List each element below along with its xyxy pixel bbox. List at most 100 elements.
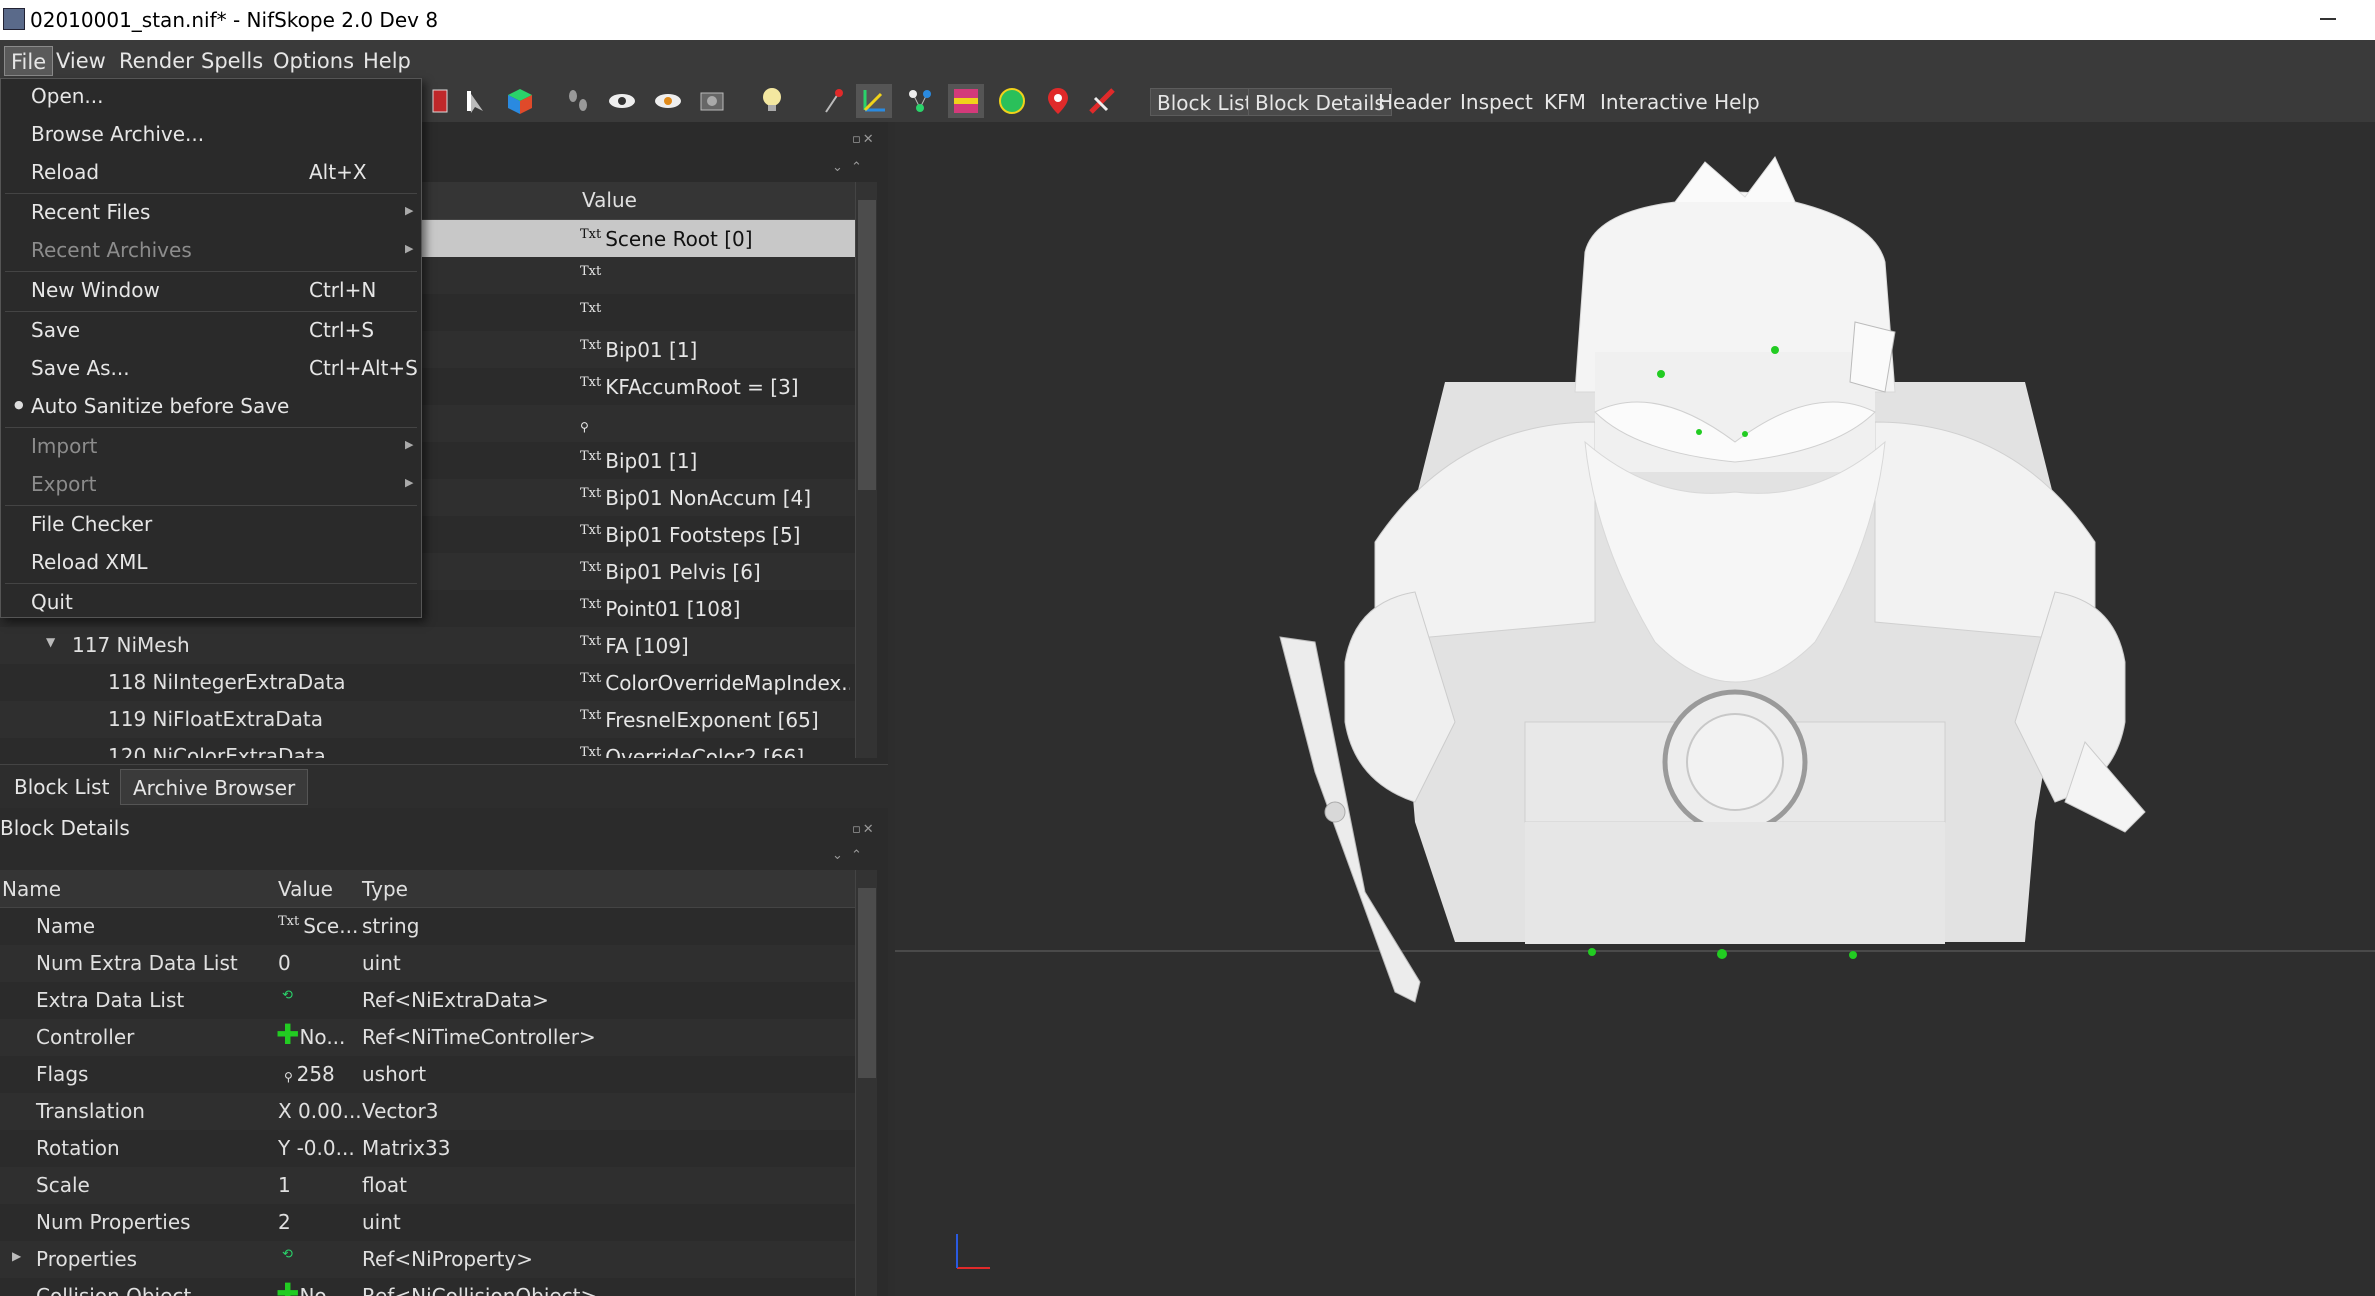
row-type: Ref<NiExtraData>: [362, 988, 549, 1012]
tab-archive-browser[interactable]: Archive Browser: [120, 769, 309, 805]
collapse-expand-icon[interactable]: ⌄ ⌃: [832, 848, 864, 863]
toolbar-block-details[interactable]: Block Details: [1248, 88, 1392, 116]
gradient-icon[interactable]: [948, 84, 984, 118]
menu-item-recent-archives: Recent Archives ▶: [1, 233, 421, 267]
dock-float-close-icon[interactable]: ▫✕: [852, 822, 876, 837]
tree-row[interactable]: 118 NiIntegerExtraData Txt ColorOverrideM…: [0, 664, 855, 701]
menu-item-quit[interactable]: Quit: [1, 585, 421, 619]
menu-separator: [5, 271, 417, 272]
no-edit-icon[interactable]: [1084, 84, 1120, 118]
row-type: Vector3: [362, 1099, 439, 1123]
location-pin-icon[interactable]: [1040, 84, 1076, 118]
flags-icon: ⚲: [284, 1070, 297, 1084]
row-type: Ref<NiProperty>: [362, 1247, 534, 1271]
toolbar-inspect[interactable]: Inspect: [1454, 88, 1539, 116]
row-value: 258: [296, 1062, 335, 1086]
tab-block-list[interactable]: Block List: [2, 769, 121, 805]
expand-caret-icon[interactable]: ▶: [12, 1249, 21, 1263]
menu-item-reload[interactable]: Reload Alt+X: [1, 155, 421, 189]
menu-file[interactable]: File: [4, 46, 54, 76]
render-viewport[interactable]: [895, 122, 2375, 1296]
txt-icon: Txt: [580, 449, 602, 464]
table-row[interactable]: Collision Object ✚No... Ref<NiCollisionO…: [0, 1278, 855, 1296]
table-row[interactable]: Rotation Y -0.0... Matrix33: [0, 1130, 855, 1167]
txt-icon: Txt: [580, 560, 602, 575]
tree-row[interactable]: 119 NiFloatExtraData Txt FresnelExponent …: [0, 701, 855, 738]
eye-orange-icon[interactable]: [650, 84, 686, 118]
menu-options[interactable]: Options: [267, 46, 360, 76]
minimize-button[interactable]: [2320, 18, 2336, 20]
menu-item-browse-archive[interactable]: Browse Archive...: [1, 117, 421, 151]
submenu-arrow-icon: ▶: [405, 204, 414, 217]
table-row[interactable]: Num Properties 2 uint: [0, 1204, 855, 1241]
toolbar-interactive-help[interactable]: Interactive Help: [1594, 88, 1766, 116]
toolbar-block-list[interactable]: Block List: [1150, 88, 1260, 116]
row-value: ColorOverrideMapIndex...: [605, 671, 850, 695]
menu-item-label: Import: [31, 434, 98, 458]
pin-red-icon[interactable]: [816, 84, 852, 118]
green-plus-icon[interactable]: ✚: [276, 1278, 299, 1296]
row-name: Controller: [36, 1025, 135, 1049]
tree-row[interactable]: ▼ 117 NiMesh Txt FA [109]: [0, 627, 855, 664]
table-row[interactable]: Flags ⚲ 258 ushort: [0, 1056, 855, 1093]
row-name: Name: [36, 914, 96, 938]
lightbulb-icon[interactable]: [755, 84, 791, 118]
block-details-scrollbar[interactable]: [855, 870, 877, 1296]
type-column-header[interactable]: Type: [362, 877, 408, 901]
collapse-expand-icon[interactable]: ⌄ ⌃: [832, 160, 864, 175]
txt-icon: Txt: [580, 745, 602, 758]
menu-item-save[interactable]: Save Ctrl+S: [1, 313, 421, 347]
footsteps-icon[interactable]: [560, 84, 596, 118]
menu-help[interactable]: Help: [357, 46, 417, 76]
menu-item-open[interactable]: Open...: [1, 79, 421, 113]
row-value: FA [109]: [605, 634, 689, 658]
table-row[interactable]: Extra Data List ⟲ Ref<NiExtraData>: [0, 982, 855, 1019]
table-row[interactable]: Num Extra Data List 0 uint: [0, 945, 855, 982]
row-value: Y -0.0...: [278, 1136, 355, 1160]
txt-icon: Txt: [580, 597, 602, 612]
menu-spells[interactable]: Spells: [195, 46, 269, 76]
block-list-scrollbar[interactable]: [855, 182, 877, 758]
toolbar-header[interactable]: Header: [1372, 88, 1457, 116]
menu-item-new-window[interactable]: New Window Ctrl+N: [1, 273, 421, 307]
dock-float-close-icon[interactable]: ▫✕: [852, 132, 876, 147]
table-row[interactable]: Scale 1 float: [0, 1167, 855, 1204]
expand-caret-icon[interactable]: ▼: [46, 635, 55, 649]
eye-icon[interactable]: [604, 84, 640, 118]
tree-row[interactable]: 120 NiColorExtraData Txt OverrideColor2 […: [0, 738, 855, 758]
scrollbar-thumb[interactable]: [858, 200, 876, 490]
txt-icon: Txt: [580, 375, 602, 390]
menu-item-auto-sanitize[interactable]: ● Auto Sanitize before Save: [1, 389, 421, 423]
menu-separator: [5, 193, 417, 194]
nodes-icon[interactable]: [902, 84, 938, 118]
menu-item-save-as[interactable]: Save As... Ctrl+Alt+S: [1, 351, 421, 385]
window-title: 02010001_stan.nif* - NifSkope 2.0 Dev 8: [30, 8, 439, 32]
row-value: No...: [299, 1025, 346, 1049]
table-row[interactable]: Translation X 0.00... Vector3: [0, 1093, 855, 1130]
camera-icon[interactable]: [694, 84, 730, 118]
cube-red-icon[interactable]: [420, 84, 456, 118]
green-plus-icon[interactable]: ✚: [276, 1018, 299, 1051]
menu-item-reload-xml[interactable]: Reload XML: [1, 545, 421, 579]
table-row[interactable]: Name Txt Sce... string: [0, 908, 855, 945]
table-row[interactable]: ▶ Properties ⟲ Ref<NiProperty>: [0, 1241, 855, 1278]
row-type: ushort: [362, 1062, 427, 1086]
menu-view[interactable]: View: [50, 46, 112, 76]
menu-item-recent-files[interactable]: Recent Files ▶: [1, 195, 421, 229]
value-column-header[interactable]: Value: [278, 877, 333, 901]
green-circle-icon[interactable]: [994, 84, 1030, 118]
menu-item-file-checker[interactable]: File Checker: [1, 507, 421, 541]
row-value: Bip01 NonAccum [4]: [605, 486, 812, 510]
name-column-header[interactable]: Name: [2, 877, 61, 901]
row-value: Point01 [108]: [605, 597, 741, 621]
txt-icon: Txt: [278, 914, 300, 929]
value-column-header[interactable]: Value: [582, 188, 637, 212]
axes-icon[interactable]: [856, 84, 892, 118]
toolbar-kfm[interactable]: KFM: [1538, 88, 1592, 116]
table-row[interactable]: Controller ✚No... Ref<NiTimeController>: [0, 1019, 855, 1056]
block-details-header: Name Value Type: [0, 870, 855, 908]
arrow-tool-icon[interactable]: [458, 84, 494, 118]
scrollbar-thumb[interactable]: [858, 888, 876, 1078]
menu-render[interactable]: Render: [113, 46, 200, 76]
cube-color-icon[interactable]: [502, 84, 538, 118]
